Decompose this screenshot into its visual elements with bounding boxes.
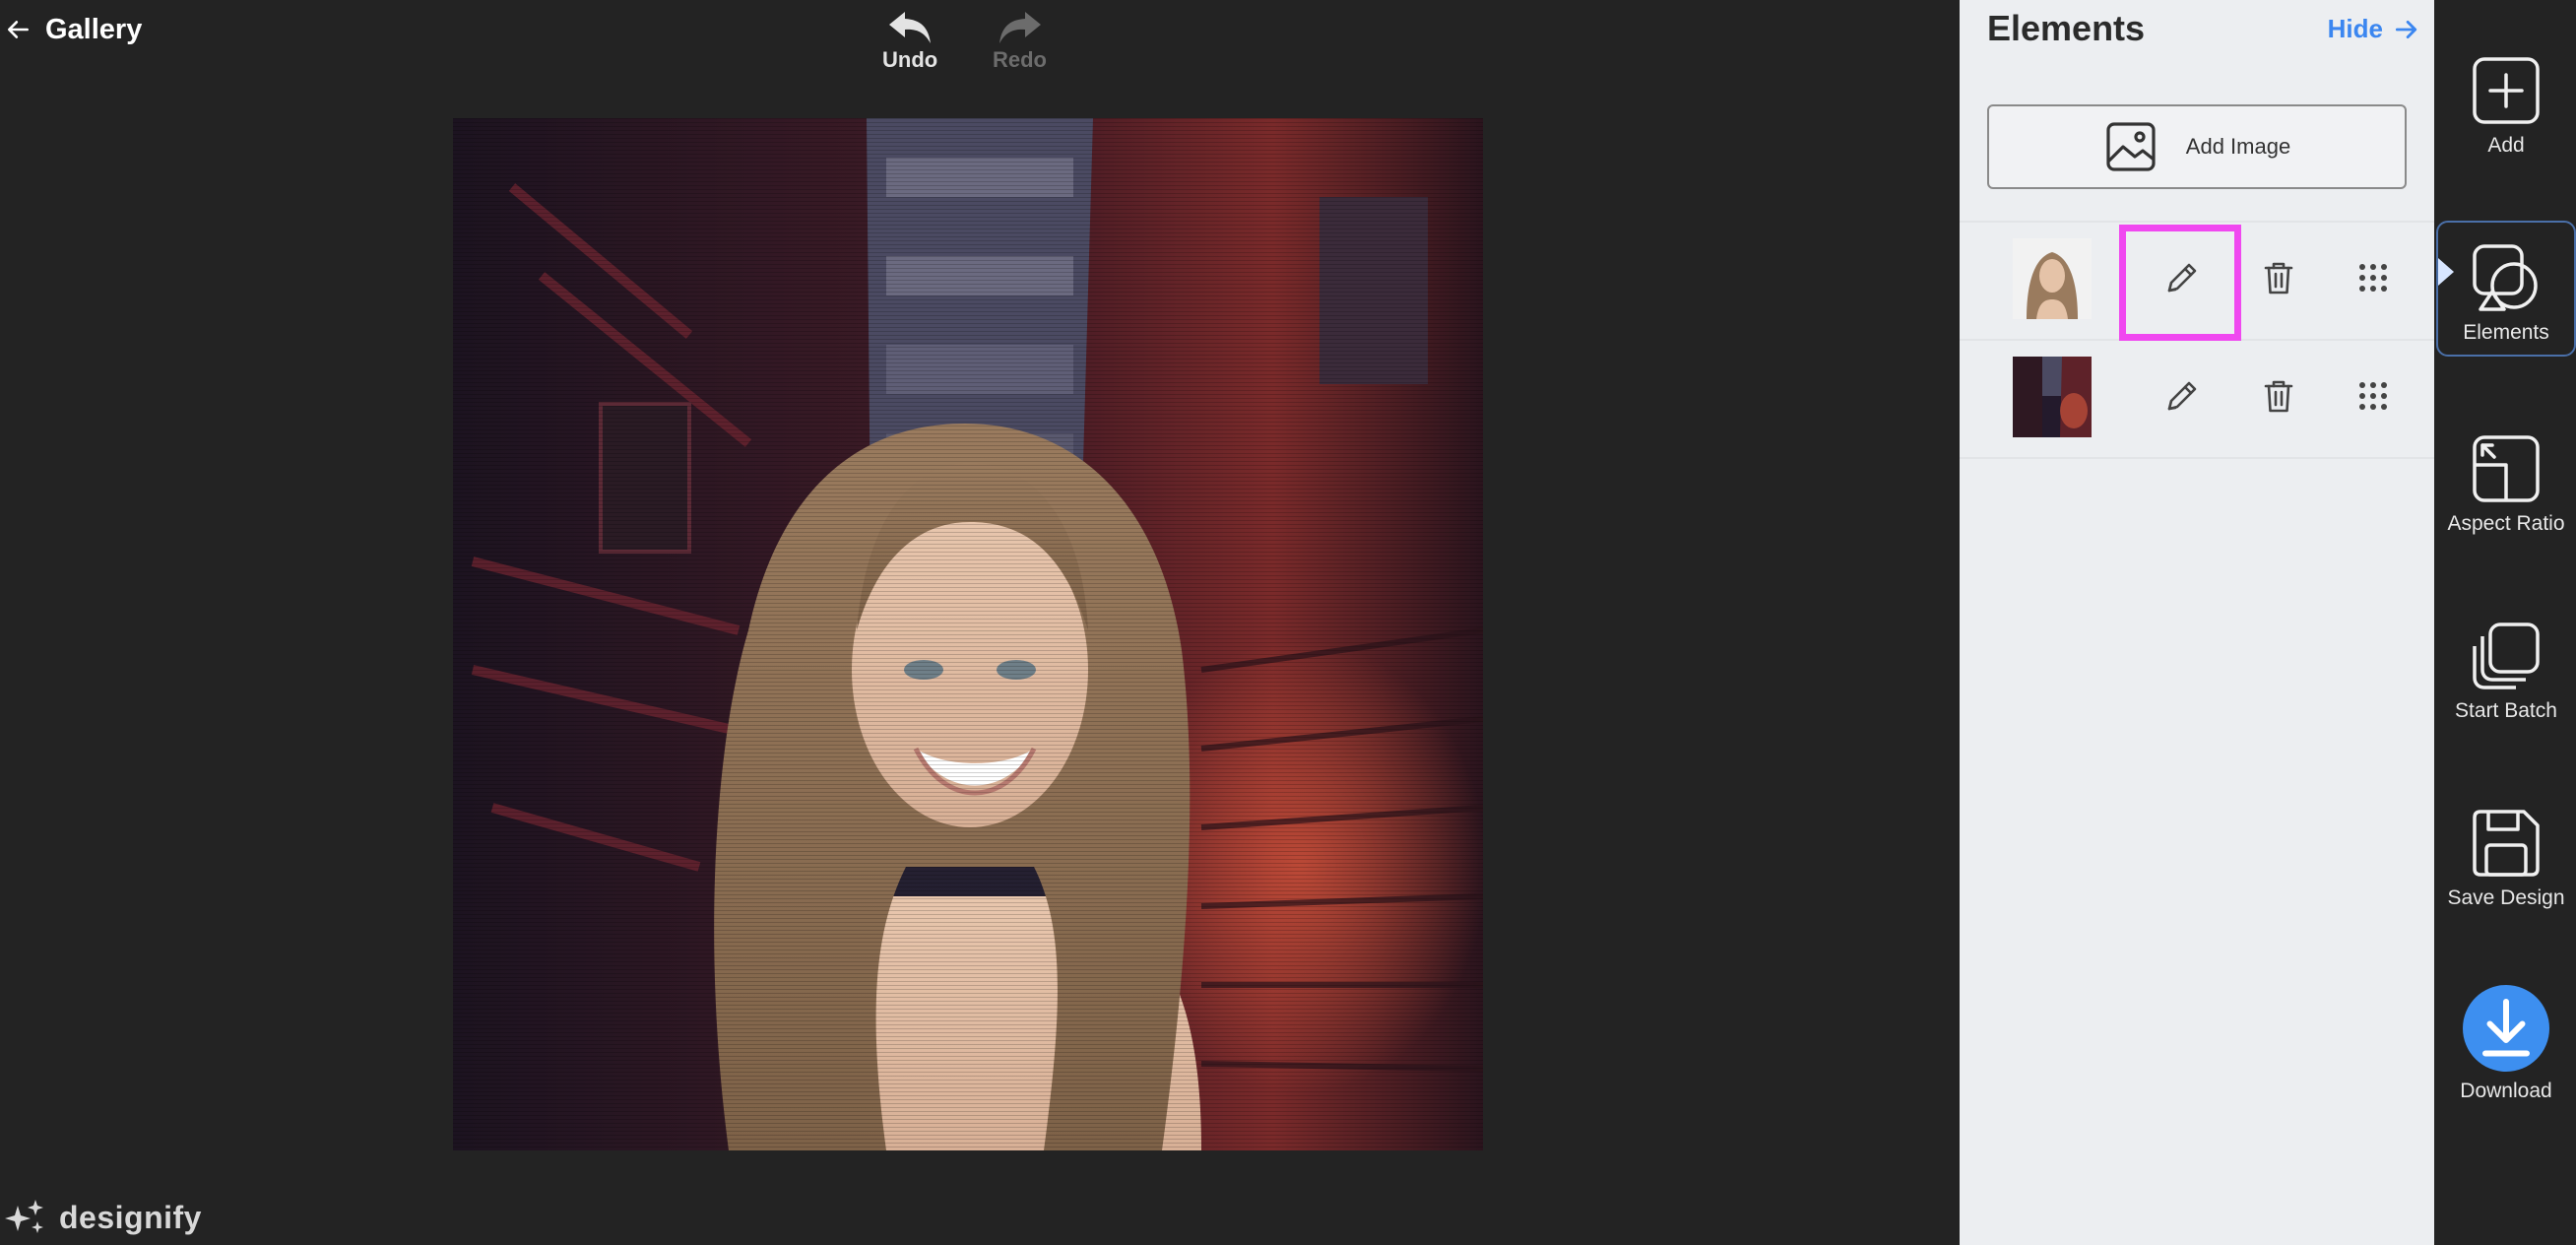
portrait-thumbnail bbox=[2013, 238, 2092, 319]
composite-image bbox=[453, 118, 1483, 1150]
arrow-right-icon bbox=[2395, 20, 2417, 38]
undo-button[interactable]: Undo bbox=[882, 8, 937, 73]
save-design-tool-button[interactable]: Save Design bbox=[2436, 749, 2576, 909]
pencil-icon bbox=[2167, 381, 2197, 411]
hide-label: Hide bbox=[2327, 14, 2383, 43]
edit-layer-button[interactable] bbox=[2151, 364, 2214, 427]
design-canvas[interactable] bbox=[453, 118, 1483, 1150]
right-toolbar: Add Elements Aspect Ratio Start Batch Sa… bbox=[2436, 0, 2576, 1245]
image-icon bbox=[2106, 122, 2156, 171]
arrow-left-icon bbox=[7, 21, 29, 38]
elements-panel: Elements Hide Add Image bbox=[1960, 0, 2434, 1245]
start-batch-tool-label: Start Batch bbox=[2455, 699, 2557, 722]
add-tool-button[interactable]: Add bbox=[2436, 0, 2576, 157]
layer-row-background[interactable] bbox=[1960, 339, 2434, 459]
elements-tool-button[interactable]: Elements bbox=[2436, 221, 2576, 357]
aspect-ratio-tool-button[interactable]: Aspect Ratio bbox=[2436, 372, 2576, 535]
save-design-tool-label: Save Design bbox=[2447, 886, 2565, 909]
stack-icon bbox=[2473, 622, 2540, 689]
redo-button[interactable]: Redo bbox=[993, 8, 1047, 73]
add-image-label: Add Image bbox=[2185, 134, 2291, 159]
edit-layer-button[interactable] bbox=[2151, 246, 2214, 309]
brand-name: designify bbox=[59, 1199, 202, 1235]
layer-row-portrait[interactable] bbox=[1960, 221, 2434, 339]
active-tool-indicator bbox=[2438, 258, 2454, 286]
download-icon bbox=[2463, 985, 2549, 1072]
panel-title: Elements bbox=[1987, 8, 2146, 48]
shapes-icon bbox=[2473, 244, 2538, 311]
pencil-icon bbox=[2167, 263, 2197, 293]
aspect-ratio-tool-label: Aspect Ratio bbox=[2447, 512, 2565, 535]
trash-icon bbox=[2264, 380, 2293, 413]
designify-logo: designify bbox=[4, 1198, 202, 1237]
aspect-ratio-icon bbox=[2473, 435, 2540, 502]
download-tool-button[interactable]: Download bbox=[2436, 942, 2576, 1102]
back-to-gallery-button[interactable]: Gallery bbox=[6, 10, 142, 49]
drag-handle-icon[interactable] bbox=[2342, 364, 2405, 427]
floppy-disk-icon bbox=[2473, 810, 2540, 877]
delete-layer-button[interactable] bbox=[2247, 364, 2310, 427]
drag-handle-icon[interactable] bbox=[2342, 246, 2405, 309]
trash-icon bbox=[2264, 262, 2293, 295]
add-tool-label: Add bbox=[2487, 134, 2525, 157]
undo-label: Undo bbox=[882, 47, 938, 72]
start-batch-tool-button[interactable]: Start Batch bbox=[2436, 561, 2576, 722]
redo-icon bbox=[998, 12, 1041, 43]
alley-background-thumbnail bbox=[2013, 357, 2092, 437]
sparkle-icon bbox=[5, 1200, 43, 1233]
undo-icon bbox=[889, 12, 932, 43]
delete-layer-button[interactable] bbox=[2247, 246, 2310, 309]
add-image-button[interactable]: Add Image bbox=[1987, 104, 2407, 189]
redo-label: Redo bbox=[993, 47, 1047, 72]
back-label: Gallery bbox=[45, 13, 143, 45]
plus-square-icon bbox=[2473, 57, 2540, 124]
elements-tool-label: Elements bbox=[2463, 321, 2549, 344]
download-tool-label: Download bbox=[2460, 1080, 2552, 1102]
hide-panel-button[interactable]: Hide bbox=[2328, 14, 2418, 44]
